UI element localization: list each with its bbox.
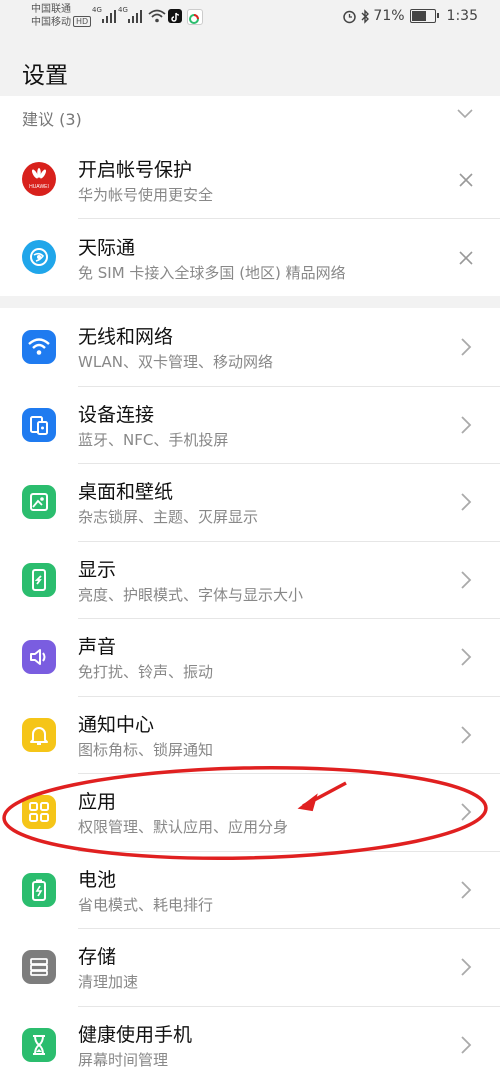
settings-item-subtitle: WLAN、双卡管理、移动网络 <box>78 353 274 371</box>
chevron-right-icon <box>461 958 472 976</box>
chevron-right-icon <box>461 880 472 899</box>
settings-item-subtitle: 亮度、护眼模式、字体与显示大小 <box>78 585 304 604</box>
battery-fill <box>411 11 426 21</box>
hd-badge: HD <box>73 16 92 27</box>
apps-grid-icon <box>22 795 56 829</box>
settings-item-subtitle: 权限管理、默认应用、应用分身 <box>78 818 289 836</box>
battery-icon <box>22 872 56 907</box>
settings-item-title: 应用 <box>78 791 117 813</box>
status-right: 71% 1:35 <box>342 8 478 24</box>
settings-item-title: 无线和网络 <box>78 326 174 348</box>
chevron-right-icon <box>461 570 472 589</box>
settings-item-title: 桌面和壁纸 <box>78 481 174 503</box>
carrier-1: 中国联通 <box>31 4 71 15</box>
dismiss-icon[interactable] <box>458 250 474 266</box>
network-type-2: 4G <box>118 6 128 14</box>
settings-item-subtitle: 图标角标、锁屏通知 <box>78 740 214 759</box>
suggestion-title: 天际通 <box>78 237 136 259</box>
settings-item-subtitle: 屏幕时间管理 <box>78 1050 169 1069</box>
app-notification-icon <box>187 9 203 25</box>
suggestion-item-skytone[interactable]: 天际通 免 SIM 卡接入全球多国 (地区) 精品网络 <box>0 218 500 296</box>
device-connect-icon <box>22 407 56 442</box>
chevron-right-icon <box>461 803 472 821</box>
settings-item-title: 设备连接 <box>78 403 155 426</box>
settings-item-apps-grid[interactable]: 应用权限管理、默认应用、应用分身 <box>0 773 500 851</box>
settings-item-title: 通知中心 <box>78 713 155 736</box>
chevron-down-icon[interactable] <box>456 108 474 120</box>
skytone-icon <box>22 240 56 274</box>
chevron-right-icon <box>461 648 472 666</box>
chevron-right-icon <box>461 415 472 434</box>
bell-icon <box>22 717 56 752</box>
sound-icon <box>22 640 56 674</box>
storage-icon <box>22 950 56 984</box>
suggestion-subtitle: 华为帐号使用更安全 <box>78 186 214 204</box>
settings-item-title: 健康使用手机 <box>78 1023 193 1046</box>
carrier-info: 中国联通 中国移动 HD <box>31 3 92 29</box>
status-bar: 中国联通 中国移动 HD 4G 4G 71% 1:35 <box>0 0 500 36</box>
section-gap <box>0 296 500 308</box>
page-title: 设置 <box>22 63 68 89</box>
chevron-right-icon <box>461 1035 472 1054</box>
settings-item-subtitle: 清理加速 <box>78 973 139 991</box>
huawei-petals-icon: HUAWEI <box>29 168 49 190</box>
network-type-1: 4G <box>92 6 102 14</box>
settings-item-title: 显示 <box>78 558 117 581</box>
wifi-icon <box>22 330 56 364</box>
carrier-2: 中国移动 <box>31 17 71 28</box>
settings-item-title: 存储 <box>78 946 117 968</box>
bluetooth-icon <box>361 8 370 24</box>
settings-item-subtitle: 省电模式、耗电排行 <box>78 895 214 914</box>
dismiss-icon[interactable] <box>458 172 474 188</box>
tiktok-icon <box>168 9 182 23</box>
settings-item-sound[interactable]: 声音免打扰、铃声、振动 <box>0 618 500 696</box>
battery-percent: 71% <box>373 8 405 24</box>
suggestion-item-account-protection[interactable]: HUAWEI 开启帐号保护 华为帐号使用更安全 <box>0 140 500 218</box>
settings-item-wallpaper[interactable]: 桌面和壁纸杂志锁屏、主题、灭屏显示 <box>0 463 500 541</box>
display-icon <box>22 562 56 597</box>
settings-item-title: 电池 <box>78 868 117 891</box>
suggestions-header: 建议 (3) <box>22 110 82 129</box>
hourglass-icon <box>22 1027 56 1062</box>
wallpaper-icon <box>22 485 56 519</box>
settings-item-storage[interactable]: 存储 清理加速 <box>0 928 500 1006</box>
settings-item-subtitle: 免打扰、铃声、振动 <box>78 663 214 681</box>
settings-item-subtitle: 蓝牙、NFC、手机投屏 <box>78 430 229 449</box>
huawei-logo-text: HUAWEI <box>29 184 49 190</box>
settings-item-bell[interactable]: 通知中心图标角标、锁屏通知 <box>0 696 500 774</box>
settings-item-wifi[interactable]: 无线和网络 WLAN、双卡管理、移动网络 <box>0 308 500 386</box>
chevron-right-icon <box>461 725 472 744</box>
clock: 1:35 <box>446 8 478 24</box>
wifi-status-icon <box>148 9 166 23</box>
settings-item-subtitle: 杂志锁屏、主题、灭屏显示 <box>78 508 259 526</box>
huawei-logo-icon: HUAWEI <box>22 162 56 196</box>
settings-item-battery[interactable]: 电池省电模式、耗电排行 <box>0 851 500 929</box>
chevron-right-icon <box>461 493 472 511</box>
settings-item-display[interactable]: 显示亮度、护眼模式、字体与显示大小 <box>0 541 500 619</box>
settings-item-device-connect[interactable]: 设备连接蓝牙、NFC、手机投屏 <box>0 386 500 464</box>
battery-icon <box>409 9 439 23</box>
settings-item-title: 声音 <box>78 636 117 658</box>
suggestion-title: 开启帐号保护 <box>78 159 193 181</box>
settings-item-hourglass[interactable]: 健康使用手机屏幕时间管理 <box>0 1006 500 1083</box>
suggestion-subtitle: 免 SIM 卡接入全球多国 (地区) 精品网络 <box>78 264 346 282</box>
alarm-icon <box>343 10 357 23</box>
chevron-right-icon <box>461 338 472 356</box>
